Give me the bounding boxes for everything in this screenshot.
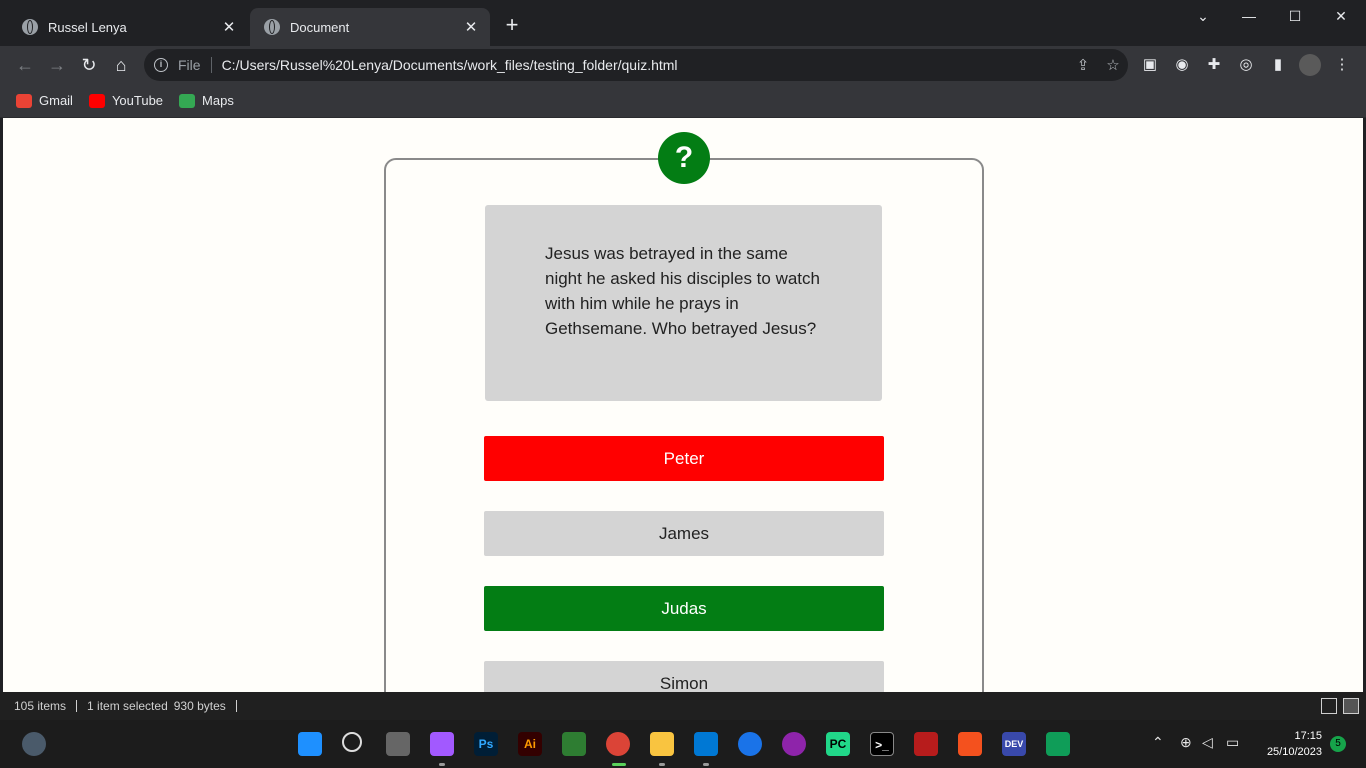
youtube-icon [88, 93, 105, 108]
globe-icon [22, 19, 38, 35]
chrome-icon[interactable] [606, 732, 630, 756]
pycharm-icon[interactable]: PC [826, 732, 850, 756]
new-tab-button[interactable]: + [500, 12, 524, 38]
extensions-puzzle-icon[interactable]: ✚ [1203, 54, 1225, 76]
app-grid-icon[interactable] [914, 732, 938, 756]
close-tab-icon[interactable]: ✕ [462, 18, 480, 36]
extension-icon[interactable]: ▣ [1139, 54, 1161, 76]
answer-button-james[interactable]: James [484, 511, 884, 556]
maximize-button[interactable]: ☐ [1272, 0, 1318, 32]
tiles-view-icon[interactable] [1343, 698, 1359, 714]
reload-button[interactable]: ↻ [76, 52, 102, 78]
share-icon[interactable]: ⇪ [1068, 56, 1098, 74]
side-panel-icon[interactable]: ▮ [1267, 54, 1289, 76]
bookmark-label: Gmail [39, 93, 73, 108]
browser-tab-strip: Russel Lenya ✕ Document ✕ + ⌄ — ☐ ✕ [0, 0, 1366, 46]
question-text: Jesus was betrayed in the same night he … [485, 205, 882, 401]
divider [235, 700, 237, 712]
windows-taskbar: Ps Ai PC >_ DEV ⌃ ⊕ ◁ ▭ 17:15 25/10/2023… [0, 720, 1366, 768]
active-indicator [612, 763, 626, 766]
bookmark-label: Maps [202, 93, 234, 108]
vscode-icon[interactable] [694, 732, 718, 756]
globe-network-icon[interactable]: ⊕ [1180, 734, 1192, 751]
answer-button-judas[interactable]: Judas [484, 586, 884, 631]
extension-icon[interactable]: ◎ [1235, 54, 1257, 76]
answer-button-peter[interactable]: Peter [484, 436, 884, 481]
tab-search-button[interactable]: ⌄ [1180, 0, 1226, 32]
divider [76, 700, 78, 712]
minimize-button[interactable]: — [1226, 0, 1272, 32]
bookmark-star-icon[interactable]: ☆ [1098, 56, 1128, 74]
info-icon[interactable]: i [154, 58, 168, 72]
close-tab-icon[interactable]: ✕ [220, 18, 238, 36]
item-count: 105 items [14, 699, 67, 713]
file-explorer-icon[interactable] [650, 732, 674, 756]
notification-badge[interactable]: 5 [1330, 736, 1346, 752]
page-viewport: ? Jesus was betrayed in the same night h… [3, 118, 1363, 692]
running-indicator [659, 763, 665, 766]
close-window-button[interactable]: ✕ [1318, 0, 1364, 32]
url-text[interactable]: C:/Users/Russel%20Lenya/Documents/work_f… [222, 57, 1068, 73]
volume-icon[interactable]: ◁ [1202, 734, 1213, 751]
divider [210, 57, 212, 73]
github-desktop-icon[interactable] [782, 732, 806, 756]
bookmark-label: YouTube [111, 93, 164, 108]
running-indicator [439, 763, 445, 766]
tab-title: Document [290, 19, 350, 35]
task-view-icon[interactable] [386, 732, 410, 756]
menu-kebab-icon[interactable]: ⋮ [1331, 54, 1353, 76]
git-app-icon[interactable] [958, 732, 982, 756]
search-icon[interactable] [342, 732, 362, 752]
bookmark-youtube[interactable]: YouTube [88, 93, 164, 108]
scheme-label: File [178, 57, 201, 73]
weather-icon[interactable] [22, 732, 46, 756]
terminal-icon[interactable]: >_ [870, 732, 894, 756]
bookmarks-bar: Gmail YouTube Maps [0, 84, 1366, 118]
bookmark-maps[interactable]: Maps [179, 93, 234, 108]
running-indicator [703, 763, 709, 766]
app-3d-icon[interactable] [562, 732, 586, 756]
clock-time: 17:15 [1294, 730, 1322, 742]
figma-icon[interactable] [430, 732, 454, 756]
maps-icon [179, 93, 196, 108]
photoshop-icon[interactable]: Ps [474, 732, 498, 756]
selection-info: 1 item selected [87, 699, 168, 713]
globe-icon [264, 19, 280, 35]
home-button[interactable]: ⌂ [108, 52, 134, 78]
tab-russel-lenya[interactable]: Russel Lenya ✕ [8, 8, 248, 46]
clock-date: 25/10/2023 [1266, 746, 1322, 758]
tab-document[interactable]: Document ✕ [250, 8, 490, 46]
selection-size: 930 bytes [173, 699, 226, 713]
app-store-icon[interactable] [738, 732, 762, 756]
back-button[interactable]: ← [12, 52, 38, 78]
answer-button-simon[interactable]: Simon [484, 661, 884, 692]
explorer-status-bar: 105 items 1 item selected 930 bytes [0, 692, 1366, 720]
browser-toolbar: ← → ↻ ⌂ i File C:/Users/Russel%20Lenya/D… [0, 46, 1366, 84]
details-view-icon[interactable] [1321, 698, 1337, 714]
clock[interactable]: 17:15 25/10/2023 [1252, 728, 1322, 760]
profile-avatar[interactable] [1299, 54, 1321, 76]
dev-app-icon[interactable]: DEV [1002, 732, 1026, 756]
extension-icon[interactable]: ◉ [1171, 54, 1193, 76]
address-bar[interactable]: i File C:/Users/Russel%20Lenya/Documents… [144, 49, 1128, 81]
question-mark-icon: ? [658, 132, 710, 184]
battery-icon[interactable]: ▭ [1226, 734, 1239, 751]
tab-title: Russel Lenya [48, 19, 127, 35]
classroom-icon[interactable] [1046, 732, 1070, 756]
gmail-icon [16, 93, 32, 108]
tray-overflow-icon[interactable]: ⌃ [1152, 734, 1164, 751]
start-icon[interactable] [298, 732, 322, 756]
illustrator-icon[interactable]: Ai [518, 732, 542, 756]
forward-button[interactable]: → [44, 52, 70, 78]
bookmark-gmail[interactable]: Gmail [16, 93, 73, 108]
